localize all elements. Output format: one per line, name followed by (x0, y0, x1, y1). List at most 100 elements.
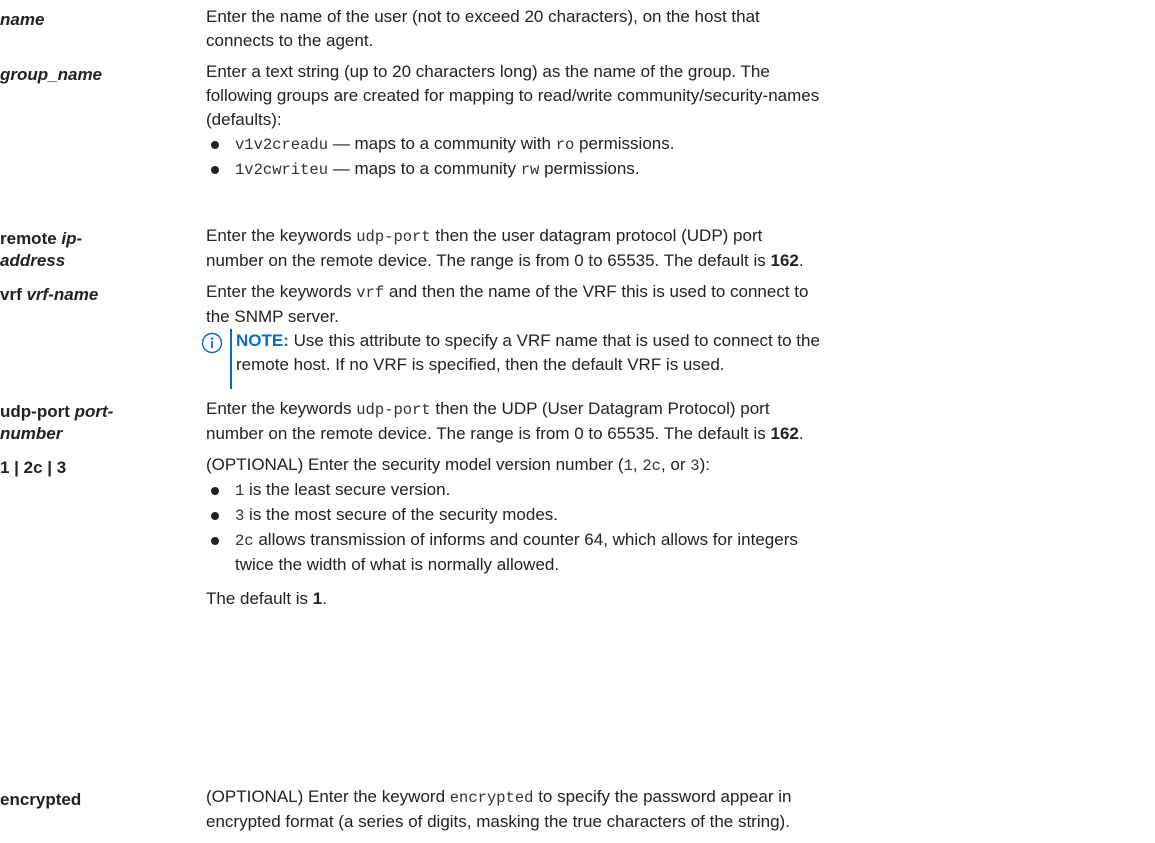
bullet-icon (211, 141, 219, 149)
desc-line: encrypted format (a series of digits, ma… (206, 812, 790, 831)
desc-line: Enter the keywords udp-port then the UDP… (206, 397, 1146, 422)
code-text: vrf (356, 284, 385, 302)
param-term-italic: vrf-name (26, 285, 99, 304)
desc-line: number on the remote device. The range i… (206, 249, 1146, 273)
text: and then the name of the VRF this is use… (384, 282, 809, 301)
code-text: 1v2cwriteu (235, 161, 329, 179)
desc-line: (defaults): (206, 110, 282, 129)
code-text: 3 (235, 507, 245, 525)
param-description: Enter the name of the user (not to excee… (206, 5, 1146, 53)
default-value: 162 (770, 251, 799, 270)
code-text: 2c (642, 457, 661, 475)
text: number on the remote device. The range i… (206, 424, 771, 443)
param-term-italic: number (0, 424, 63, 443)
info-circle-icon (201, 332, 223, 354)
note-line: remote host. If no VRF is specified, the… (236, 355, 725, 374)
code-text: udp-port (356, 228, 431, 246)
param-term: group_name (0, 64, 195, 86)
param-term-keyword: 1 | 2c | 3 (0, 458, 67, 477)
param-term-italic: name (0, 10, 45, 29)
note-callout: NOTE: Use this attribute to specify a VR… (201, 329, 1146, 389)
param-description: (OPTIONAL) Enter the security model vers… (206, 453, 1146, 611)
code-text: 1 (623, 457, 633, 475)
bullet-list: v1v2creadu — maps to a community with ro… (206, 132, 1146, 182)
text: . (322, 589, 327, 608)
text: — maps to a community (328, 159, 521, 178)
text: — maps to a community with (328, 134, 556, 153)
desc-line: following groups are created for mapping… (206, 86, 820, 105)
param-term-keyword: encrypted (0, 790, 82, 809)
code-text: encrypted (449, 789, 534, 807)
text: , (632, 455, 643, 474)
param-term-italic: port- (74, 402, 114, 421)
bullet-icon (211, 487, 219, 495)
param-term-keyword: vrf (0, 285, 27, 304)
desc-line: connects to the agent. (206, 31, 374, 50)
param-term: 1 | 2c | 3 (0, 457, 195, 479)
bullet-icon (211, 537, 219, 545)
note-line: NOTE: Use this attribute to specify a VR… (236, 329, 1146, 353)
text: ): (699, 455, 710, 474)
text: to specify the password appear in (533, 787, 792, 806)
list-item: 1 is the least secure version. (206, 478, 1146, 503)
param-description: (OPTIONAL) Enter the keyword encrypted t… (206, 785, 1146, 834)
param-term: vrf vrf-name (0, 284, 195, 306)
param-term-italic: ip- (61, 229, 83, 248)
code-text: 1 (235, 482, 245, 500)
text: number on the remote device. The range i… (206, 251, 771, 270)
text: , or (660, 455, 691, 474)
param-description: Enter the keywords vrf and then the name… (201, 280, 1146, 389)
text: . (798, 424, 804, 443)
param-description: Enter the keywords udp-port then the use… (206, 224, 1146, 273)
param-term: remote ip- address (0, 228, 195, 272)
text: is the most secure of the security modes… (244, 505, 558, 524)
code-text: v1v2creadu (235, 136, 329, 154)
desc-line: the SNMP server. (206, 307, 339, 326)
text: (OPTIONAL) Enter the keyword (206, 787, 450, 806)
desc-line: The default is 1. (206, 587, 1146, 611)
desc-line: (OPTIONAL) Enter the keyword encrypted t… (206, 785, 1146, 810)
code-text: ro (555, 136, 575, 154)
desc-line: Enter a text string (up to 20 characters… (206, 62, 770, 81)
note-bar (230, 329, 232, 389)
param-term-keyword: udp-port (0, 402, 75, 421)
text: then the user datagram protocol (UDP) po… (430, 226, 763, 245)
default-value: 1 (312, 589, 323, 608)
bullet-icon (211, 512, 219, 520)
text: permissions. (574, 134, 675, 153)
desc-line: (OPTIONAL) Enter the security model vers… (206, 453, 1146, 478)
note-text: NOTE: Use this attribute to specify a VR… (206, 329, 1146, 377)
param-term: encrypted (0, 789, 195, 811)
param-term-keyword: remote (0, 229, 62, 248)
param-term: udp-port port- number (0, 401, 195, 445)
text: twice the width of what is normally allo… (235, 555, 560, 574)
code-text: 2c (235, 532, 254, 550)
text: Enter the keywords (206, 226, 357, 245)
bullet-list: 1 is the least secure version. 3 is the … (206, 478, 1146, 577)
text: then the UDP (User Datagram Protocol) po… (430, 399, 770, 418)
list-item: 3 is the most secure of the security mod… (206, 503, 1146, 528)
code-text: udp-port (356, 401, 431, 419)
text: allows transmission of informs and count… (253, 530, 798, 549)
param-term-italic: address (0, 251, 66, 270)
text: Enter the keywords (206, 399, 357, 418)
desc-line: Enter the keywords vrf and then the name… (206, 280, 1146, 305)
text: permissions. (539, 159, 640, 178)
desc-line: Enter the name of the user (not to excee… (206, 7, 760, 26)
param-term: name (0, 9, 195, 31)
desc-line: Enter the keywords udp-port then the use… (206, 224, 1146, 249)
text: Use this attribute to specify a VRF name… (288, 331, 820, 350)
param-description: Enter a text string (up to 20 characters… (206, 60, 1146, 182)
code-text: rw (520, 161, 540, 179)
text: (OPTIONAL) Enter the security model vers… (206, 455, 624, 474)
note-label: NOTE: (236, 331, 289, 350)
list-item: 1v2cwriteu — maps to a community rw perm… (206, 157, 1146, 182)
bullet-icon (211, 166, 219, 174)
param-term-italic: group_name (0, 65, 103, 84)
default-value: 162 (770, 424, 799, 443)
code-text: 3 (690, 457, 700, 475)
text: . (798, 251, 804, 270)
param-description: Enter the keywords udp-port then the UDP… (206, 397, 1146, 446)
list-item: 2c allows transmission of informs and co… (206, 528, 1146, 577)
parameter-table: name Enter the name of the user (not to … (0, 0, 1155, 843)
